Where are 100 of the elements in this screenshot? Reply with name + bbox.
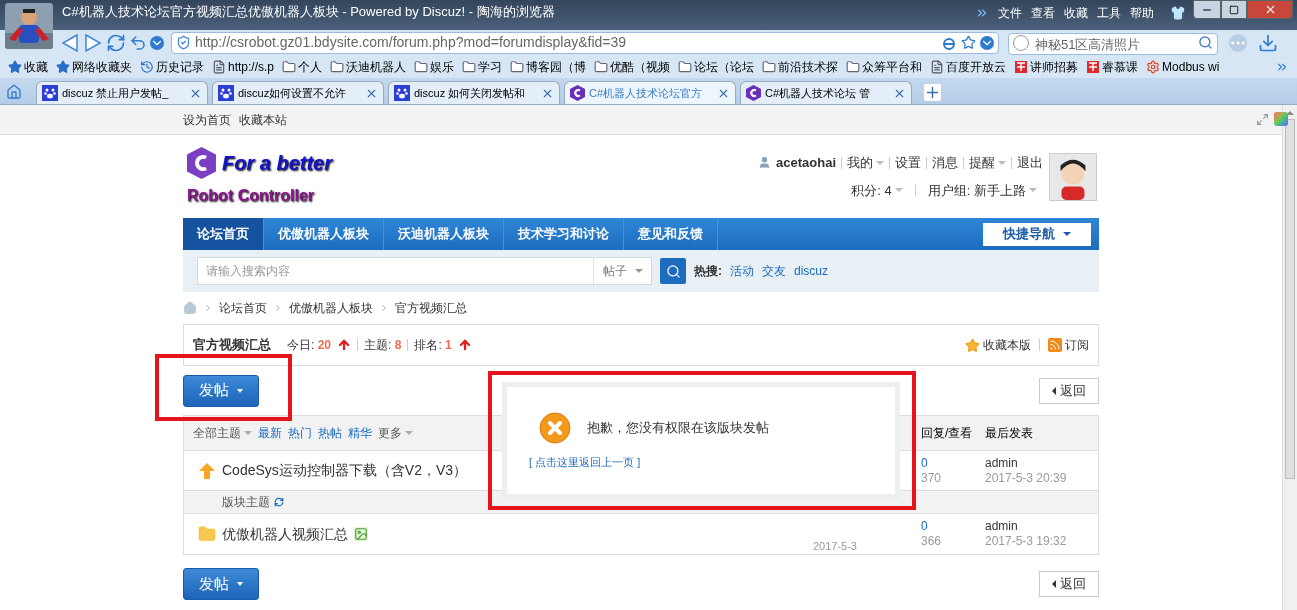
avatar[interactable] bbox=[1049, 152, 1097, 201]
forum-stat: 排名: 1 bbox=[414, 337, 452, 354]
scroll-up-icon[interactable] bbox=[1286, 111, 1294, 115]
scrollbar-thumb[interactable] bbox=[1285, 119, 1295, 479]
undo-icon[interactable] bbox=[129, 33, 147, 52]
post-button[interactable]: 发帖 bbox=[183, 374, 259, 407]
bookmark[interactable]: 个人 bbox=[282, 57, 323, 76]
nav-tab[interactable]: 论坛首页 bbox=[183, 218, 264, 250]
bookmark[interactable]: Modbus wi bbox=[1146, 57, 1220, 76]
star-icon[interactable] bbox=[961, 35, 976, 50]
user-icon bbox=[758, 156, 771, 170]
user-link[interactable]: 我的 bbox=[847, 153, 884, 173]
filter-link[interactable]: 更多 bbox=[378, 424, 413, 442]
last-poster[interactable]: admin bbox=[985, 455, 1089, 471]
credits[interactable]: 积分: 4 bbox=[851, 180, 903, 200]
user-link[interactable]: 提醒 bbox=[969, 153, 1006, 173]
bookmark[interactable]: 博客园（博 bbox=[510, 57, 587, 76]
bookmark[interactable]: 优酷（视频 bbox=[594, 57, 671, 76]
hot-link[interactable]: discuz bbox=[794, 262, 828, 280]
seal-icon bbox=[1086, 59, 1101, 74]
bookmark[interactable]: 论坛（论坛 bbox=[678, 57, 755, 76]
hot-link[interactable]: 活动 bbox=[730, 262, 754, 280]
forum-action[interactable]: 收藏本版 bbox=[965, 336, 1031, 354]
filter-link[interactable]: 热帖 bbox=[318, 424, 342, 442]
menu-item[interactable]: 帮助 bbox=[1130, 4, 1154, 22]
refresh-icon[interactable] bbox=[106, 32, 126, 53]
address-field[interactable]: http://csrobot.gz01.bdysite.com/forum.php?mod=forumdisplay&fid=39 bbox=[171, 31, 999, 54]
bookmark[interactable]: 网络收藏夹 bbox=[56, 57, 132, 76]
error-message: 抱歉，您没有权限在该版块发帖 bbox=[587, 419, 769, 438]
browser-tab[interactable]: C#机器人技术论坛官方 bbox=[564, 81, 736, 104]
filter-link[interactable]: 精华 bbox=[348, 424, 372, 442]
reply-count[interactable]: 0 bbox=[921, 455, 979, 471]
bookmark[interactable]: 历史记录 bbox=[140, 57, 204, 76]
bookmark[interactable]: http://s.p bbox=[212, 57, 275, 76]
user-group[interactable]: 用户组: 新手上路 bbox=[927, 180, 1037, 200]
new-tab-icon[interactable] bbox=[924, 84, 941, 101]
shirt-icon[interactable] bbox=[1171, 6, 1185, 20]
bookmark[interactable]: 众筹平台和 bbox=[846, 57, 923, 76]
bookmark[interactable]: 睿慕课 bbox=[1086, 57, 1139, 76]
reply-count[interactable]: 0 bbox=[921, 519, 979, 534]
link[interactable]: 收藏本站 bbox=[239, 110, 287, 129]
search-icon[interactable] bbox=[1198, 34, 1213, 50]
color-icon[interactable] bbox=[1274, 112, 1288, 126]
thread-title[interactable]: CodeSys运动控制器下载（含V2，V3） bbox=[222, 460, 468, 481]
maximize-button[interactable] bbox=[1221, 0, 1247, 19]
menu-item[interactable]: 查看 bbox=[1031, 4, 1055, 22]
post-button[interactable]: 发帖 bbox=[183, 568, 259, 600]
breadcrumb-link[interactable]: 优傲机器人板块 bbox=[289, 299, 373, 317]
quick-nav-button[interactable]: 快捷导航 bbox=[983, 222, 1091, 246]
forward-icon[interactable] bbox=[83, 32, 103, 53]
browser-tab[interactable]: discuz 禁止用户发帖_ bbox=[36, 81, 208, 104]
user-link[interactable]: 消息 bbox=[932, 153, 958, 173]
breadcrumb-link[interactable]: 官方视频汇总 bbox=[395, 299, 467, 317]
minimize-button[interactable] bbox=[1193, 0, 1221, 19]
filter-link[interactable]: 热门 bbox=[288, 424, 312, 442]
menu-item[interactable]: 工具 bbox=[1097, 4, 1121, 22]
breadcrumb-link[interactable]: 论坛首页 bbox=[219, 299, 267, 317]
bookmark[interactable]: 讲师招募 bbox=[1014, 57, 1079, 76]
paw-icon bbox=[42, 85, 58, 101]
menu-item[interactable]: 收藏 bbox=[1064, 4, 1088, 22]
browser-tab[interactable]: discuz 如何关闭发帖和 bbox=[388, 81, 560, 104]
menu-item[interactable]: 文件 bbox=[998, 4, 1022, 22]
dropdown-icon[interactable] bbox=[980, 35, 994, 50]
close-button[interactable] bbox=[1247, 0, 1293, 19]
back-button[interactable]: 返回 bbox=[1039, 571, 1099, 597]
dropdown-icon[interactable] bbox=[150, 35, 164, 50]
search-type-select[interactable]: 帖子 bbox=[593, 258, 651, 284]
back-button[interactable]: 返回 bbox=[1039, 377, 1099, 404]
browser-tab[interactable]: C#机器人技术论坛 管 bbox=[740, 81, 912, 104]
thread-title[interactable]: 优傲机器人视频汇总 bbox=[222, 523, 348, 545]
back-icon[interactable] bbox=[60, 32, 80, 53]
back-link[interactable]: [ 点击这里返回上一页 ] bbox=[529, 454, 873, 471]
error-icon bbox=[539, 412, 571, 444]
star-icon bbox=[965, 337, 980, 353]
bookmark[interactable]: 收藏 bbox=[8, 57, 48, 76]
scrollbar[interactable] bbox=[1282, 105, 1297, 610]
bookmark[interactable]: 沃迪机器人 bbox=[330, 57, 407, 76]
filter-link[interactable]: 全部主题 bbox=[193, 424, 252, 442]
user-link[interactable]: 设置 bbox=[895, 153, 921, 173]
download-icon[interactable] bbox=[1258, 32, 1278, 53]
bookmark[interactable]: 百度开放云 bbox=[930, 57, 1007, 76]
search-field[interactable]: 神秘51区高清照片 bbox=[1008, 33, 1218, 55]
bookmark[interactable]: 学习 bbox=[462, 57, 503, 76]
search-field[interactable]: 请输入搜索内容 帖子 bbox=[197, 257, 652, 285]
browser-tab[interactable]: discuz如何设置不允许 bbox=[212, 81, 384, 104]
link[interactable]: 设为首页 bbox=[183, 110, 231, 129]
refresh-icon[interactable] bbox=[274, 497, 284, 507]
expand-icon[interactable] bbox=[1256, 113, 1269, 126]
bookmark[interactable]: 前沿技术探 bbox=[762, 57, 839, 76]
home-icon[interactable] bbox=[6, 84, 22, 100]
username[interactable]: acetaohai bbox=[776, 153, 836, 173]
forum-action[interactable]: 订阅 bbox=[1048, 336, 1089, 354]
search-button[interactable] bbox=[660, 258, 686, 284]
chevrons-icon[interactable] bbox=[975, 6, 989, 20]
user-link[interactable]: 退出 bbox=[1017, 153, 1043, 173]
hot-link[interactable]: 交友 bbox=[762, 262, 786, 280]
last-poster[interactable]: admin bbox=[985, 519, 1089, 534]
seal-icon bbox=[1014, 59, 1029, 74]
filter-link[interactable]: 最新 bbox=[258, 424, 282, 442]
bookmark[interactable]: 娱乐 bbox=[414, 57, 455, 76]
